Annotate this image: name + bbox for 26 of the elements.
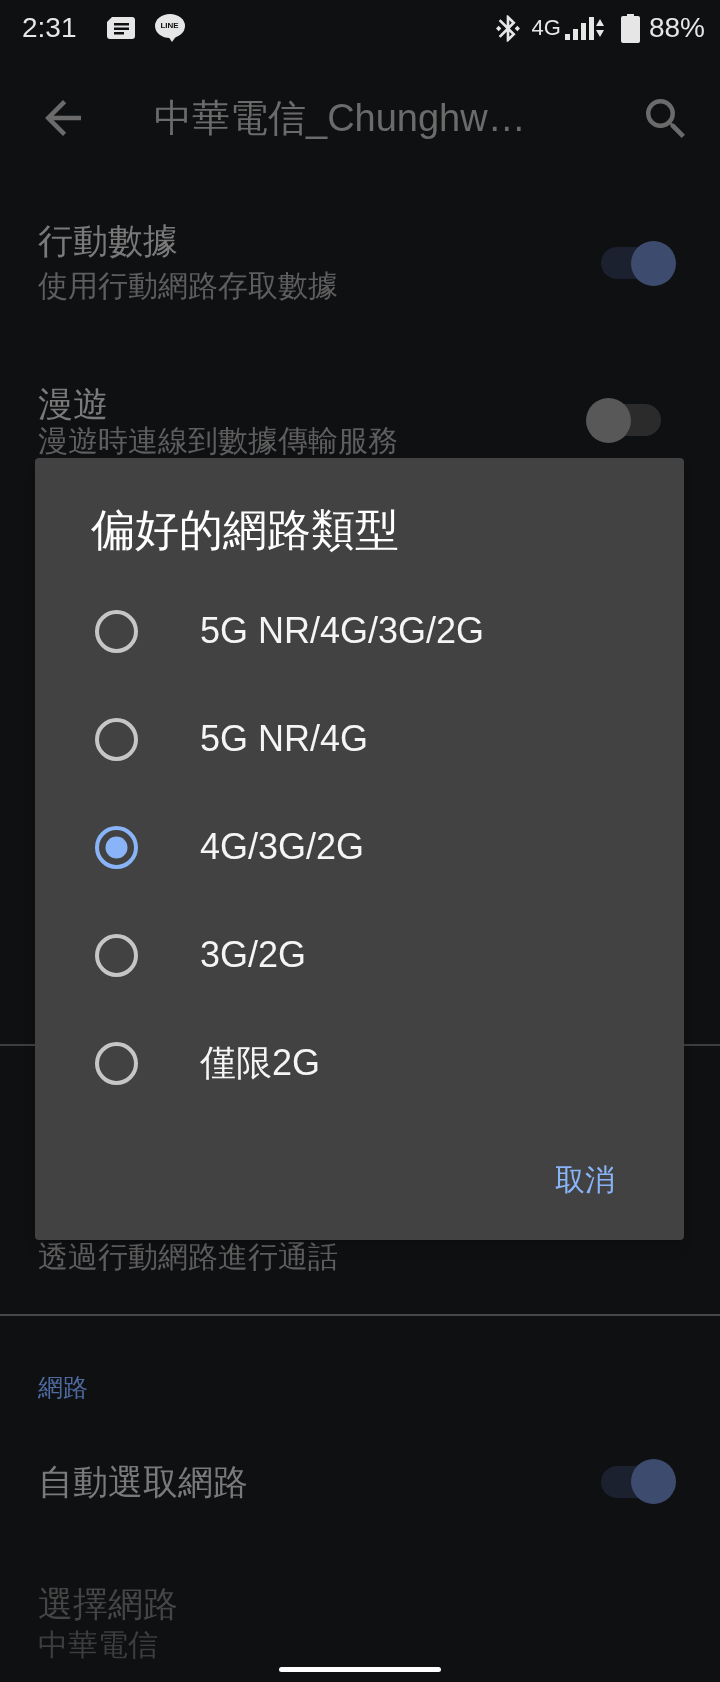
setting-subtitle: 漫遊時連線到數據傳輸服務: [38, 425, 398, 457]
search-icon: [646, 98, 685, 138]
data-arrows-icon: [595, 19, 604, 37]
chat-bubble-logo: LINE: [154, 14, 185, 42]
dialog-title: 偏好的網路類型: [91, 504, 400, 556]
radio-option[interactable]: 5G NR/4G: [35, 685, 684, 793]
radio-option[interactable]: 3G/2G: [35, 901, 684, 1009]
setting-subtitle: 透過行動網路進行通話: [38, 1240, 338, 1273]
setting-title: 漫遊: [38, 383, 109, 425]
app-bar-title: 中華電信_Chunghw…: [154, 96, 526, 141]
notes-icon: [106, 17, 135, 39]
radio-option[interactable]: 5G NR/4G/3G/2G: [35, 577, 684, 685]
setting-title: 自動選取網路: [38, 1460, 248, 1503]
setting-subtitle: 使用行動網路存取數據: [38, 268, 338, 304]
battery-icon: [620, 13, 640, 43]
section-header: 網路: [38, 1373, 88, 1401]
radio-option[interactable]: 4G/3G/2G: [35, 793, 684, 901]
radio-option[interactable]: 僅限2G: [35, 1009, 684, 1117]
signal-bars-icon: [564, 16, 594, 40]
setting-title: 行動數據: [38, 220, 179, 262]
bluetooth-icon: [495, 14, 520, 42]
battery-percent: 88%: [648, 11, 705, 45]
back-arrow-icon: [45, 100, 81, 136]
network-type: 4G: [531, 15, 561, 41]
status-time: 2:31: [22, 11, 77, 45]
cancel-button[interactable]: 取消: [539, 1152, 631, 1208]
